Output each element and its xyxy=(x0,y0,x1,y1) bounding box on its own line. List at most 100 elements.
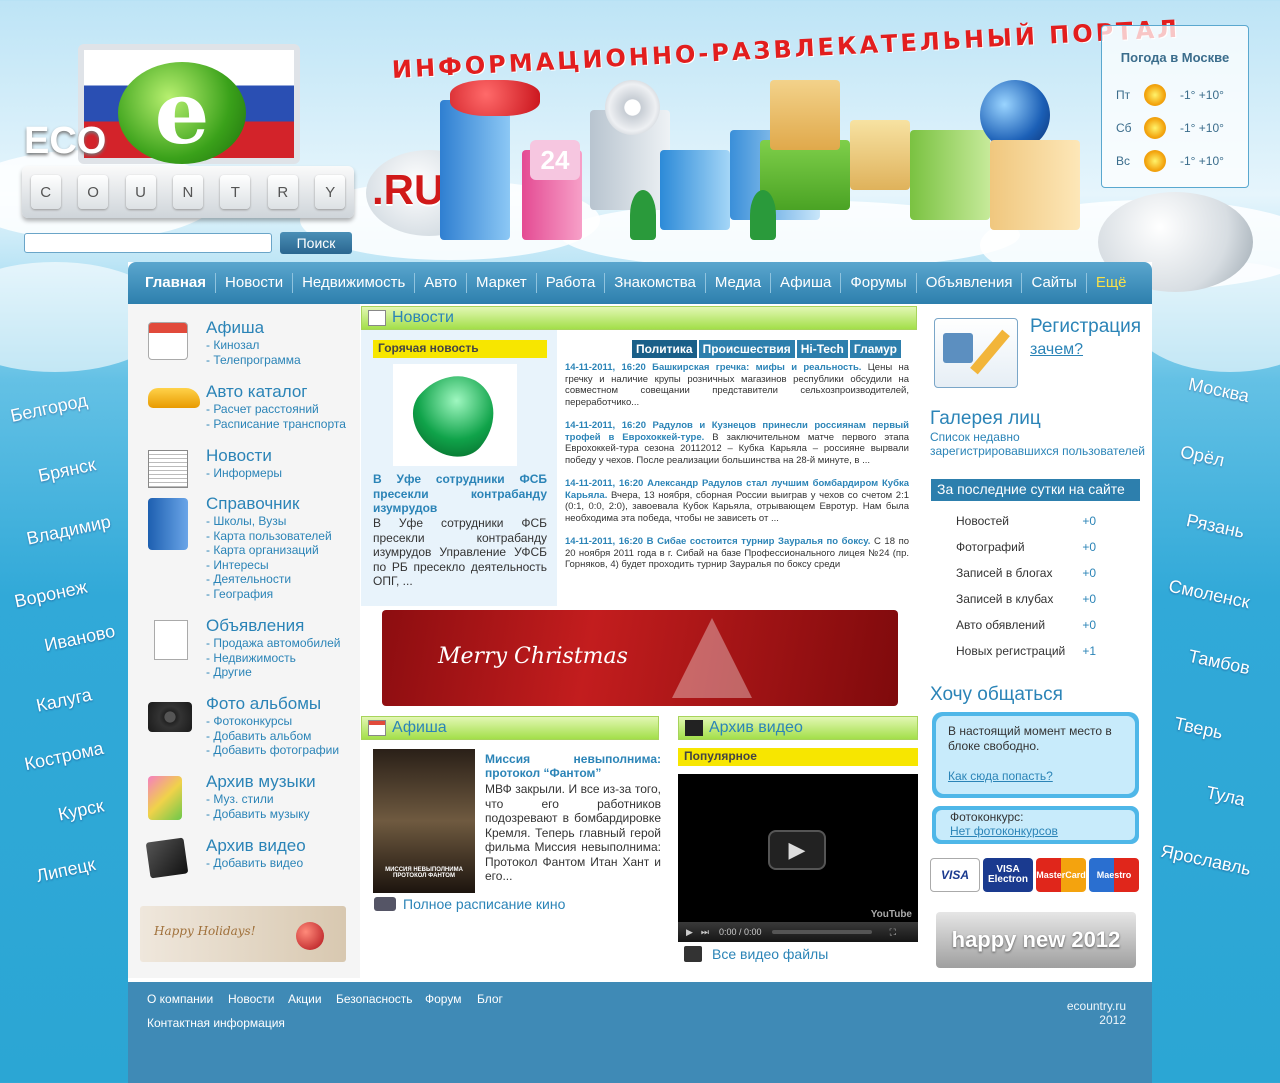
city-link[interactable]: Кострома xyxy=(23,738,106,775)
city-link[interactable]: Москва xyxy=(1186,374,1251,407)
sidebar-link[interactable]: - Добавить фотографии xyxy=(206,743,339,757)
movie-title[interactable]: Миссия невыполнима: протокол “Фантом” xyxy=(485,752,661,780)
youtube-logo: YouTube xyxy=(870,909,912,920)
city-link[interactable]: Липецк xyxy=(34,854,97,887)
nav-item-home[interactable]: Главная xyxy=(136,273,217,293)
city-link[interactable]: Тула xyxy=(1204,782,1246,811)
play-icon[interactable]: ▶ xyxy=(686,927,693,938)
nav-item-forums[interactable]: Форумы xyxy=(841,273,917,293)
sidebar-title[interactable]: Авто каталог xyxy=(206,382,307,402)
happy-new-2012-banner[interactable]: happy new 2012 xyxy=(936,912,1136,968)
tab-incidents[interactable]: Происшествия xyxy=(698,340,795,358)
all-videos-link[interactable]: Все видео файлы xyxy=(684,946,828,962)
footer-link-news[interactable]: Новости xyxy=(228,992,274,1006)
play-button[interactable]: ▶ xyxy=(768,830,826,870)
footer-link-forum[interactable]: Форум xyxy=(425,992,461,1006)
search-input[interactable] xyxy=(24,233,272,253)
registration-title[interactable]: Регистрация xyxy=(1030,316,1141,338)
news-headline[interactable]: 14-11-2011, 16:20 Башкирская гречка: миф… xyxy=(565,362,861,373)
nav-item-more[interactable]: Ещё xyxy=(1087,273,1136,293)
sidebar-link[interactable]: - Кинозал xyxy=(206,338,259,352)
city-link[interactable]: Воронеж xyxy=(13,577,90,613)
sidebar-link[interactable]: - Добавить альбом xyxy=(206,729,311,743)
city-link[interactable]: Тверь xyxy=(1172,713,1225,744)
city-link[interactable]: Курск xyxy=(56,795,106,825)
sidebar-link[interactable]: - Добавить музыку xyxy=(206,807,310,821)
nav-item-media[interactable]: Медиа xyxy=(706,273,772,293)
photo-contest-link[interactable]: Нет фотоконкурсов xyxy=(950,824,1058,838)
visa-card-icon: VISA xyxy=(930,858,980,892)
sidebar-link[interactable]: - Продажа автомобилей xyxy=(206,636,340,650)
movie-poster[interactable]: МИССИЯ НЕВЫПОЛНИМА ПРОТОКОЛ ФАНТОМ xyxy=(373,749,475,893)
faces-gallery-title[interactable]: Галерея лиц xyxy=(930,408,1041,430)
cinema-schedule-link[interactable]: Полное расписание кино xyxy=(374,896,565,912)
nav-item-realty[interactable]: Недвижимость xyxy=(293,273,416,293)
fullscreen-icon[interactable]: ⛶ xyxy=(890,927,896,938)
search-button[interactable]: Поиск xyxy=(280,232,352,254)
sidebar-link[interactable]: - Расчет расстояний xyxy=(206,402,319,416)
chat-how-link[interactable]: Как сюда попасть? xyxy=(948,769,1053,783)
merry-christmas-banner[interactable]: Merry Christmas xyxy=(382,610,898,706)
logo-e-icon[interactable]: e xyxy=(118,62,246,164)
city-link[interactable]: Орёл xyxy=(1178,442,1227,472)
logo-letter: e xyxy=(154,62,210,164)
sidebar-link[interactable]: - Интересы xyxy=(206,558,269,572)
tab-hitech[interactable]: Hi-Tech xyxy=(796,340,848,358)
sidebar-title[interactable]: Фото альбомы xyxy=(206,694,321,714)
tab-politics[interactable]: Политика xyxy=(632,340,697,358)
sidebar-link[interactable]: - Телепрограмма xyxy=(206,353,301,367)
seek-bar[interactable] xyxy=(771,930,872,934)
footer-link-security[interactable]: Безопасность xyxy=(336,992,413,1006)
city-link[interactable]: Рязань xyxy=(1184,510,1247,543)
sidebar-link[interactable]: - Карта пользователей xyxy=(206,529,332,543)
faces-gallery-subtitle[interactable]: Список недавно зарегистрировавшихся поль… xyxy=(930,430,1145,458)
emerald-image[interactable] xyxy=(393,358,517,472)
footer-link-about[interactable]: О компании xyxy=(147,992,213,1006)
sidebar-link[interactable]: - Муз. стили xyxy=(206,792,274,806)
city-link[interactable]: Ярославль xyxy=(1159,841,1253,881)
footer-link-promos[interactable]: Акции xyxy=(288,992,322,1006)
sidebar-link[interactable]: - Информеры xyxy=(206,466,282,480)
sidebar-link[interactable]: - Школы, Вузы xyxy=(206,514,286,528)
sidebar-title[interactable]: Объявления xyxy=(206,616,304,636)
nav-item-dating[interactable]: Знакомства xyxy=(605,273,706,293)
nav-item-market[interactable]: Маркет xyxy=(467,273,537,293)
sidebar-title[interactable]: Архив музыки xyxy=(206,772,316,792)
popular-label: Популярное xyxy=(678,748,918,766)
happy-holidays-banner[interactable]: Happy Holidays! xyxy=(140,906,346,962)
hot-news-title[interactable]: В Уфе сотрудники ФСБ пресекли контрабанд… xyxy=(373,472,547,516)
nav-item-auto[interactable]: Авто xyxy=(415,273,467,293)
city-link[interactable]: Белгород xyxy=(9,390,90,427)
sidebar-link[interactable]: - Добавить видео xyxy=(206,856,303,870)
sidebar-link[interactable]: - Деятельности xyxy=(206,572,291,586)
nav-item-jobs[interactable]: Работа xyxy=(537,273,606,293)
sidebar-title[interactable]: Архив видео xyxy=(206,836,306,856)
sidebar-link[interactable]: - Недвижимость xyxy=(206,651,296,665)
city-link[interactable]: Тамбов xyxy=(1186,646,1252,679)
nav-item-sites[interactable]: Сайты xyxy=(1022,273,1087,293)
sidebar-link[interactable]: - География xyxy=(206,587,273,601)
city-link[interactable]: Смоленск xyxy=(1167,576,1252,614)
sidebar-title[interactable]: Новости xyxy=(206,446,272,466)
nav-item-afisha[interactable]: Афиша xyxy=(771,273,842,293)
city-link[interactable]: Брянск xyxy=(36,454,97,487)
registration-icon[interactable] xyxy=(934,318,1018,388)
sidebar-link[interactable]: - Расписание транспорта xyxy=(206,417,346,431)
footer-link-blog[interactable]: Блог xyxy=(477,992,503,1006)
sidebar-link[interactable]: - Другие xyxy=(206,665,252,679)
sidebar-title[interactable]: Справочник xyxy=(206,494,300,514)
skip-icon[interactable]: ⏭ xyxy=(701,927,709,938)
city-link[interactable]: Иваново xyxy=(43,621,117,656)
tab-glamour[interactable]: Гламур xyxy=(849,340,901,358)
nav-item-news[interactable]: Новости xyxy=(216,273,294,293)
city-link[interactable]: Владимир xyxy=(25,511,113,549)
video-player[interactable]: ▶ YouTube ▶ ⏭ 0:00 / 0:00 ⛶ xyxy=(678,774,918,942)
registration-why-link[interactable]: зачем? xyxy=(1030,341,1083,359)
sidebar-link[interactable]: - Фотоконкурсы xyxy=(206,714,292,728)
footer-link-contacts[interactable]: Контактная информация xyxy=(147,1016,285,1030)
sidebar-link[interactable]: - Карта организаций xyxy=(206,543,319,557)
sidebar-title[interactable]: Афиша xyxy=(206,318,264,338)
nav-item-ads[interactable]: Объявления xyxy=(917,273,1023,293)
news-headline[interactable]: 14-11-2011, 16:20 В Сибае состоится турн… xyxy=(565,536,870,547)
city-link[interactable]: Калуга xyxy=(34,684,93,716)
